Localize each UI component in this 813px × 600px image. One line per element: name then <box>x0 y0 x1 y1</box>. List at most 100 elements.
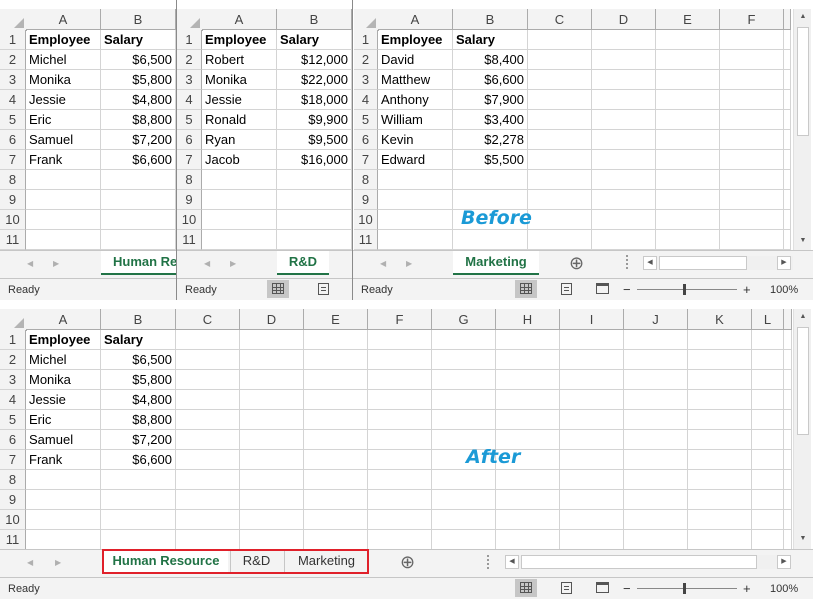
cell-a5[interactable]: William <box>378 110 453 130</box>
cell-b1[interactable]: Salary <box>101 30 176 50</box>
cell-j6[interactable] <box>624 430 688 450</box>
cell-e10[interactable] <box>304 510 368 530</box>
row-header-1[interactable]: 1 <box>0 330 26 350</box>
zoom-slider-thumb[interactable] <box>683 284 686 295</box>
column-header-b[interactable]: B <box>101 309 176 330</box>
scroll-up-icon[interactable]: ▲ <box>796 311 810 325</box>
cell-c5[interactable] <box>528 110 592 130</box>
row-header-11[interactable]: 11 <box>354 230 378 250</box>
cell-b10[interactable] <box>101 510 176 530</box>
cell-g11[interactable] <box>432 530 496 550</box>
cell-filler[interactable] <box>784 230 791 250</box>
select-all-corner[interactable] <box>0 309 27 331</box>
cell-a1[interactable]: Employee <box>202 30 277 50</box>
cell-f7[interactable] <box>720 150 784 170</box>
cell-d3[interactable] <box>592 70 656 90</box>
cell-f4[interactable] <box>368 390 432 410</box>
cell-f8[interactable] <box>368 470 432 490</box>
cell-a2[interactable]: Michel <box>26 350 101 370</box>
cell-a11[interactable] <box>26 530 101 550</box>
cell-b8[interactable] <box>453 170 528 190</box>
row-header-6[interactable]: 6 <box>0 130 26 150</box>
cell-f2[interactable] <box>720 50 784 70</box>
column-header-b[interactable]: B <box>453 9 528 30</box>
cell-d8[interactable] <box>240 470 304 490</box>
scroll-left-icon[interactable]: ◀ <box>505 555 519 569</box>
cell-e7[interactable] <box>304 450 368 470</box>
column-header-f[interactable]: F <box>368 309 432 330</box>
cell-i5[interactable] <box>560 410 624 430</box>
cell-b2[interactable]: $8,400 <box>453 50 528 70</box>
cell-d2[interactable] <box>240 350 304 370</box>
cell-filler[interactable] <box>784 170 791 190</box>
cell-c3[interactable] <box>176 370 240 390</box>
cell-l4[interactable] <box>752 390 784 410</box>
cell-l6[interactable] <box>752 430 784 450</box>
cell-h2[interactable] <box>496 350 560 370</box>
scroll-right-icon[interactable]: ▶ <box>777 256 791 270</box>
row-header-10[interactable]: 10 <box>177 210 202 230</box>
cell-d7[interactable] <box>592 150 656 170</box>
cell-a6[interactable]: Samuel <box>26 430 101 450</box>
cell-b5[interactable]: $8,800 <box>101 110 176 130</box>
zoom-level[interactable]: 100% <box>770 583 798 595</box>
cell-f5[interactable] <box>720 110 784 130</box>
cell-a10[interactable] <box>202 210 277 230</box>
tab-rd[interactable]: R&D <box>277 251 329 275</box>
zoom-out-button[interactable]: − <box>623 581 631 596</box>
cell-e11[interactable] <box>304 530 368 550</box>
cell-d7[interactable] <box>240 450 304 470</box>
cell-k11[interactable] <box>688 530 752 550</box>
vertical-scroll-thumb[interactable] <box>797 27 809 136</box>
cell-f4[interactable] <box>720 90 784 110</box>
row-header-4[interactable]: 4 <box>0 90 26 110</box>
cell-e5[interactable] <box>656 110 720 130</box>
horizontal-scrollbar[interactable]: ◀ ▶ <box>505 555 791 569</box>
cell-c9[interactable] <box>176 490 240 510</box>
scroll-right-icon[interactable]: ▶ <box>777 555 791 569</box>
cell-h10[interactable] <box>496 510 560 530</box>
cell-l2[interactable] <box>752 350 784 370</box>
cell-a4[interactable]: Jessie <box>26 390 101 410</box>
row-header-6[interactable]: 6 <box>354 130 378 150</box>
cell-b6[interactable]: $7,200 <box>101 430 176 450</box>
cell-e8[interactable] <box>656 170 720 190</box>
cell-filler[interactable] <box>784 410 792 430</box>
cell-a5[interactable]: Ronald <box>202 110 277 130</box>
cell-e4[interactable] <box>304 390 368 410</box>
page-break-icon[interactable] <box>591 280 613 298</box>
cell-h8[interactable] <box>496 470 560 490</box>
cell-h9[interactable] <box>496 490 560 510</box>
page-break-icon[interactable] <box>591 579 613 597</box>
cell-f8[interactable] <box>720 170 784 190</box>
cell-b5[interactable]: $9,900 <box>277 110 352 130</box>
row-header-9[interactable]: 9 <box>0 490 26 510</box>
column-header-b[interactable]: B <box>101 9 176 30</box>
cell-a10[interactable] <box>26 210 101 230</box>
scroll-down-icon[interactable]: ▼ <box>796 533 810 547</box>
select-all-corner[interactable] <box>177 9 203 31</box>
cell-filler[interactable] <box>784 530 792 550</box>
column-header-d[interactable]: D <box>240 309 304 330</box>
cell-a5[interactable]: Eric <box>26 410 101 430</box>
cell-l11[interactable] <box>752 530 784 550</box>
cell-b3[interactable]: $22,000 <box>277 70 352 90</box>
cell-filler[interactable] <box>784 70 791 90</box>
cell-f6[interactable] <box>368 430 432 450</box>
cell-k8[interactable] <box>688 470 752 490</box>
cell-filler[interactable] <box>784 510 792 530</box>
cell-filler[interactable] <box>784 370 792 390</box>
cell-b11[interactable] <box>101 530 176 550</box>
cell-e1[interactable] <box>656 30 720 50</box>
cell-d1[interactable] <box>592 30 656 50</box>
cell-a3[interactable]: Monika <box>202 70 277 90</box>
row-header-2[interactable]: 2 <box>354 50 378 70</box>
cell-j5[interactable] <box>624 410 688 430</box>
cell-c3[interactable] <box>528 70 592 90</box>
cell-j2[interactable] <box>624 350 688 370</box>
cell-b9[interactable] <box>277 190 352 210</box>
cell-l5[interactable] <box>752 410 784 430</box>
cell-filler[interactable] <box>784 150 791 170</box>
cell-filler[interactable] <box>784 330 792 350</box>
scroll-right-icon[interactable]: ▶ <box>230 259 236 268</box>
